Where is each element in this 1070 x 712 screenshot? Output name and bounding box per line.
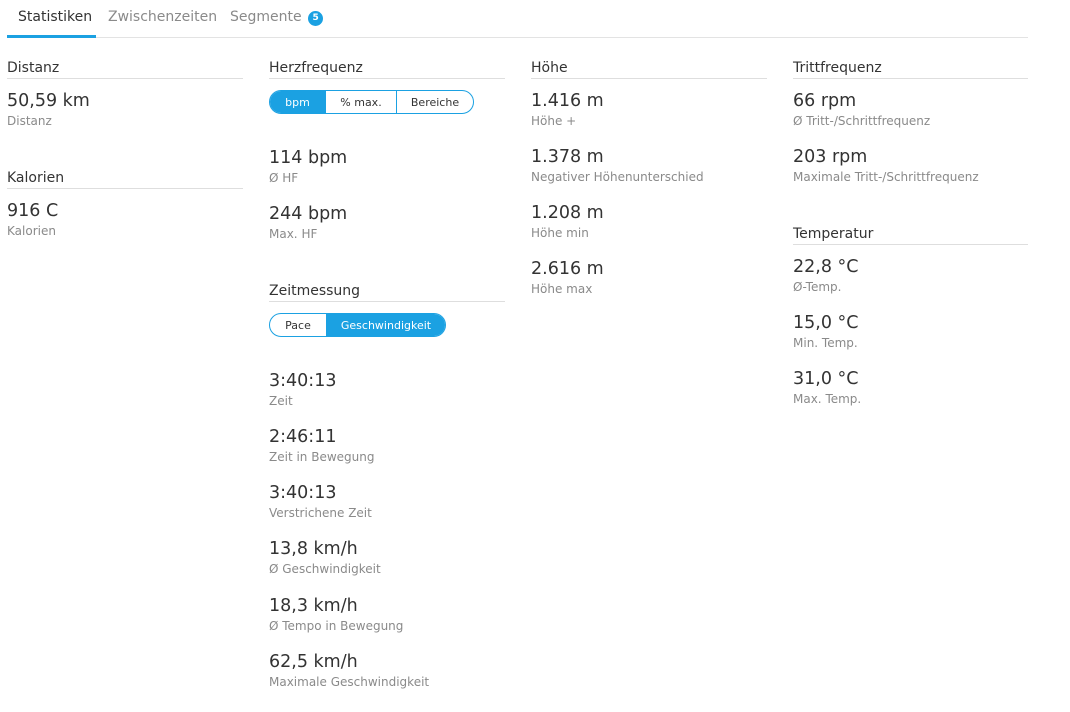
stat-label: Max. Temp. [793, 392, 862, 406]
stat-label: Kalorien [7, 224, 56, 238]
stat-value: 62,5 km/h [269, 652, 358, 672]
zeit-mode-toggle: Pace Geschwindigkeit [269, 313, 446, 337]
tab-zwischenzeiten[interactable]: Zwischenzeiten [108, 9, 217, 25]
stat-cadence-max: 203 rpm Maximale Tritt-/Schrittfrequenz [793, 146, 979, 185]
stat-zeit-in-bewegung: 2:46:11 Zeit in Bewegung [269, 426, 374, 465]
stat-label: Distanz [7, 114, 52, 128]
stat-label: Höhe max [531, 282, 593, 296]
hf-bereiche-button[interactable]: Bereiche [397, 91, 473, 113]
stat-temp-min: 15,0 °C Min. Temp. [793, 312, 859, 351]
stat-value: 31,0 °C [793, 369, 859, 389]
tab-segmente[interactable]: Segmente 5 [230, 9, 324, 26]
geschwindigkeit-button[interactable]: Geschwindigkeit [327, 314, 445, 336]
stat-label: Maximale Geschwindigkeit [269, 675, 430, 689]
section-title-herzfrequenz: Herzfrequenz [269, 60, 505, 79]
hf-unit-toggle: bpm % max. Bereiche [269, 90, 474, 114]
stat-avg-moving-speed: 18,3 km/h Ø Tempo in Bewegung [269, 595, 403, 634]
stat-value: 1.378 m [531, 147, 604, 167]
section-title-hoehe: Höhe [531, 60, 767, 79]
stat-hoehe-negativ: 1.378 m Negativer Höhenunterschied [531, 146, 704, 185]
stat-label: Ø Geschwindigkeit [269, 562, 381, 576]
stat-value: 916 C [7, 201, 59, 221]
stat-label: Negativer Höhenunterschied [531, 170, 704, 184]
stat-value: 203 rpm [793, 147, 868, 167]
stat-hf-max: 244 bpm Max. HF [269, 203, 347, 242]
stat-label: Ø Tritt-/Schrittfrequenz [793, 114, 931, 128]
stat-zeit: 3:40:13 Zeit [269, 370, 336, 409]
tab-bar: Statistiken Zwischenzeiten Segmente 5 [7, 0, 1028, 38]
section-title-distanz: Distanz [7, 60, 243, 79]
stat-label: Höhe min [531, 226, 589, 240]
stat-value: 3:40:13 [269, 371, 337, 391]
section-title-temperatur: Temperatur [793, 226, 1028, 245]
stat-max-speed: 62,5 km/h Maximale Geschwindigkeit [269, 651, 429, 690]
stat-value: 1.416 m [531, 91, 604, 111]
stat-value: 244 bpm [269, 204, 348, 224]
stat-label: Ø-Temp. [793, 280, 842, 294]
stat-label: Max. HF [269, 227, 318, 241]
stat-value: 18,3 km/h [269, 596, 358, 616]
stat-label: Zeit [269, 394, 293, 408]
stat-kalorien: 916 C Kalorien [7, 200, 58, 239]
active-tab-indicator [7, 35, 96, 38]
stat-value: 3:40:13 [269, 483, 337, 503]
tab-statistiken[interactable]: Statistiken [18, 9, 92, 25]
stat-label: Ø HF [269, 171, 299, 185]
stat-label: Höhe + [531, 114, 577, 128]
stat-value: 66 rpm [793, 91, 857, 111]
stat-label: Min. Temp. [793, 336, 858, 350]
stat-value: 50,59 km [7, 91, 90, 111]
stat-value: 114 bpm [269, 148, 348, 168]
stat-label: Maximale Tritt-/Schrittfrequenz [793, 170, 979, 184]
stat-temp-avg: 22,8 °C Ø-Temp. [793, 256, 859, 295]
stat-distanz: 50,59 km Distanz [7, 90, 90, 129]
stat-avg-speed: 13,8 km/h Ø Geschwindigkeit [269, 538, 381, 577]
segment-count-badge: 5 [308, 11, 324, 26]
hf-percent-max-button[interactable]: % max. [326, 91, 397, 113]
stat-cadence-avg: 66 rpm Ø Tritt-/Schrittfrequenz [793, 90, 930, 129]
stat-hoehe-min: 1.208 m Höhe min [531, 202, 604, 241]
hf-bpm-button[interactable]: bpm [270, 91, 326, 113]
stat-verstrichene-zeit: 3:40:13 Verstrichene Zeit [269, 482, 372, 521]
section-title-trittfrequenz: Trittfrequenz [793, 60, 1028, 79]
stat-hoehe-plus: 1.416 m Höhe + [531, 90, 604, 129]
stat-value: 2:46:11 [269, 427, 337, 447]
stat-value: 2.616 m [531, 259, 604, 279]
stat-value: 1.208 m [531, 203, 604, 223]
stat-value: 22,8 °C [793, 257, 859, 277]
pace-button[interactable]: Pace [270, 314, 327, 336]
stat-label: Verstrichene Zeit [269, 506, 372, 520]
stat-hoehe-max: 2.616 m Höhe max [531, 258, 604, 297]
stat-label: Zeit in Bewegung [269, 450, 375, 464]
stat-temp-max: 31,0 °C Max. Temp. [793, 368, 861, 407]
stat-value: 13,8 km/h [269, 539, 358, 559]
stat-value: 15,0 °C [793, 313, 859, 333]
section-title-zeitmessung: Zeitmessung [269, 283, 505, 302]
section-title-kalorien: Kalorien [7, 170, 243, 189]
tab-segmente-label: Segmente [230, 9, 302, 25]
stat-hf-avg: 114 bpm Ø HF [269, 147, 347, 186]
stat-label: Ø Tempo in Bewegung [269, 619, 404, 633]
